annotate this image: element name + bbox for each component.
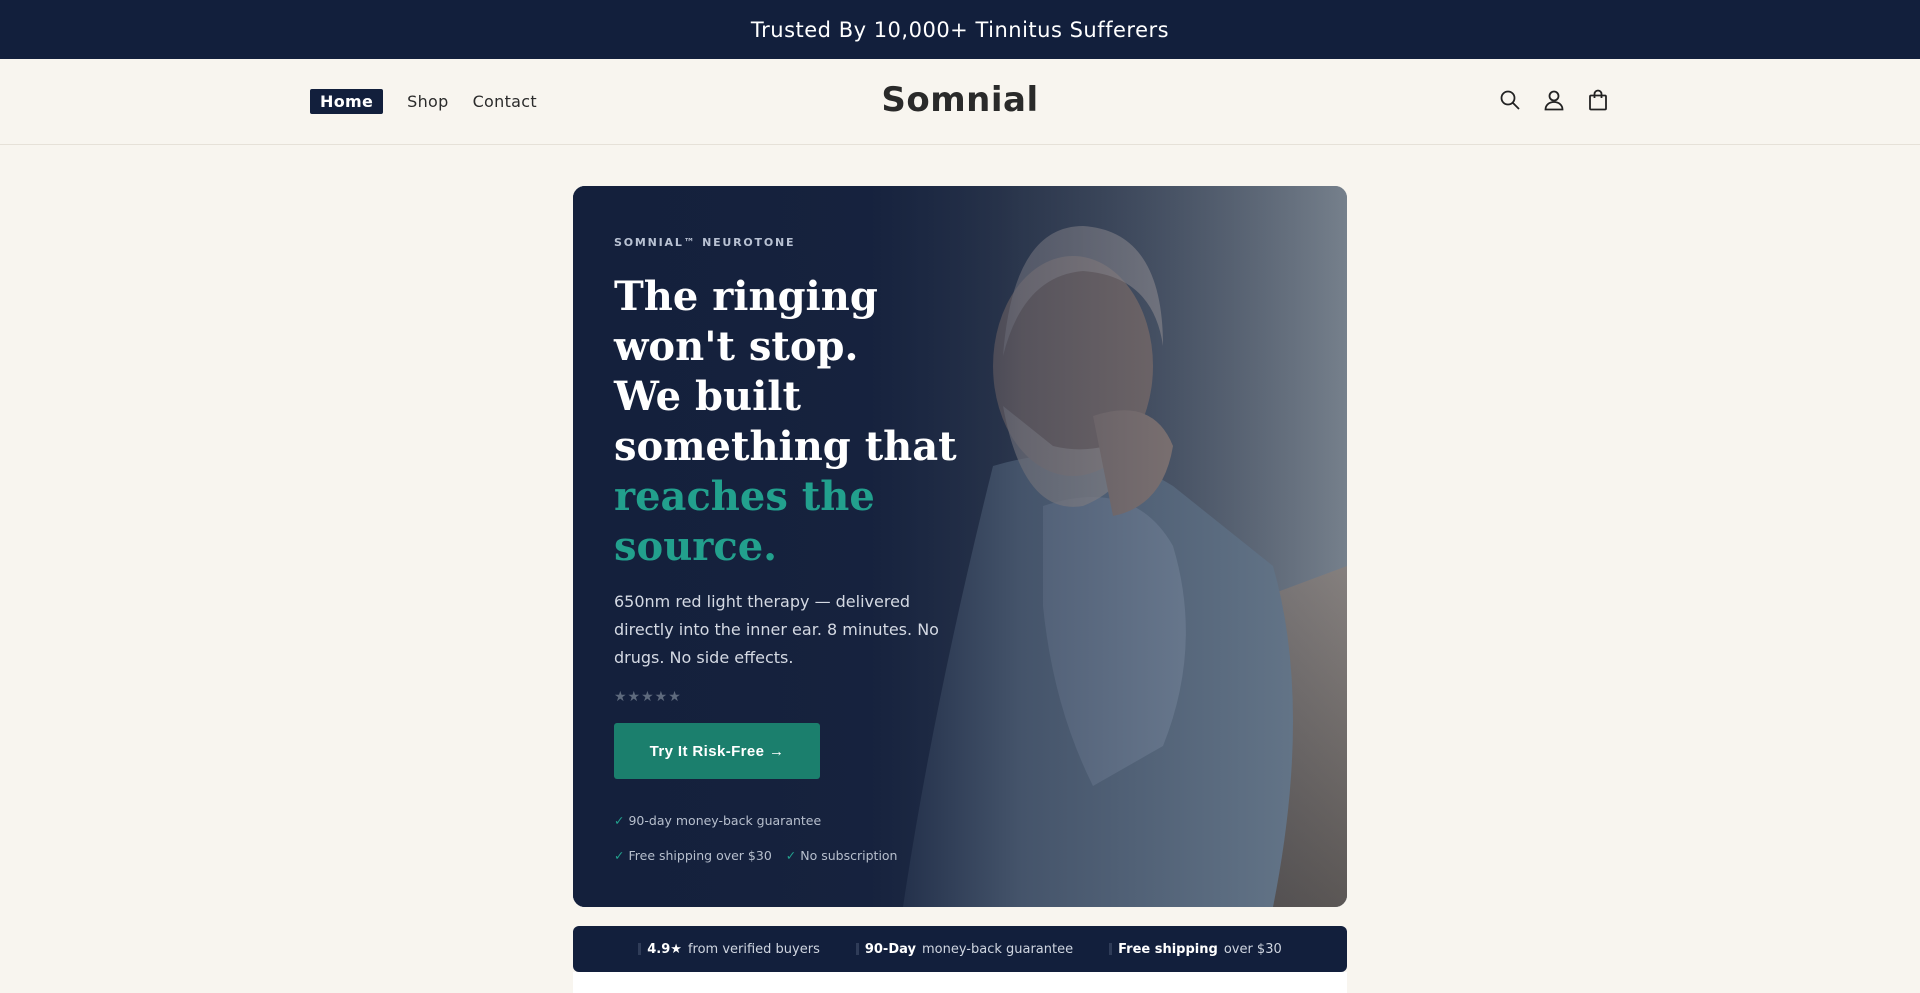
hero-eyebrow: SOMNIAL™ NEUROTONE bbox=[614, 236, 796, 249]
trust-bold: 90-Day bbox=[864, 941, 916, 957]
headline-line: something that bbox=[614, 423, 957, 470]
try-risk-free-button[interactable]: Try It Risk-Free → bbox=[614, 723, 820, 779]
guarantee-text: No subscription bbox=[800, 848, 898, 863]
guarantee-item: ✓ Free shipping over $30 bbox=[614, 838, 772, 873]
hero-headline: The ringing won't stop. We built somethi… bbox=[614, 272, 994, 572]
headline-line: The ringing bbox=[614, 273, 878, 320]
hero-subtext: 650nm red light therapy — delivered dire… bbox=[614, 592, 939, 667]
header-icons bbox=[1498, 88, 1610, 112]
guarantee-text: 90-day money-back guarantee bbox=[628, 813, 822, 828]
check-icon: ✓ bbox=[614, 813, 625, 828]
guarantee-text: Free shipping over $30 bbox=[628, 848, 772, 863]
site-header: Home Shop Contact Somnial bbox=[0, 59, 1920, 145]
nav-contact[interactable]: Contact bbox=[473, 92, 537, 111]
logo-text[interactable]: Somnial bbox=[881, 80, 1038, 120]
guarantee-item: ✓ No subscription bbox=[786, 838, 898, 873]
trust-item-shipping: Free shipping over $30 bbox=[1109, 942, 1282, 957]
headline-accent-line: reaches the bbox=[614, 473, 875, 520]
nav-home[interactable]: Home bbox=[310, 89, 384, 114]
search-icon[interactable] bbox=[1498, 88, 1522, 112]
trust-item-rating: 4.9★ from verified buyers bbox=[638, 942, 820, 957]
headline-accent-line: source. bbox=[614, 523, 778, 570]
guarantee-row: ✓ Free shipping over $30 ✓ No subscription bbox=[614, 838, 897, 873]
hero-banner: SOMNIAL™ NEUROTONE The ringing won't sto… bbox=[573, 186, 1347, 907]
check-icon: ✓ bbox=[614, 848, 625, 863]
rating-stars: ★★★★★ bbox=[614, 689, 682, 705]
announcement-text: Trusted By 10,000+ Tinnitus Sufferers bbox=[750, 17, 1170, 42]
trust-divider bbox=[1109, 943, 1113, 955]
guarantee-row: ✓ 90-day money-back guarantee bbox=[614, 803, 897, 838]
headline-line: won't stop. bbox=[614, 323, 859, 370]
guarantee-item: ✓ 90-day money-back guarantee bbox=[614, 803, 821, 838]
trust-bold: Free shipping bbox=[1118, 941, 1218, 957]
announcement-bar: Trusted By 10,000+ Tinnitus Sufferers bbox=[0, 0, 1920, 59]
check-icon: ✓ bbox=[785, 848, 797, 863]
account-icon[interactable] bbox=[1542, 88, 1566, 112]
guarantee-list: ✓ 90-day money-back guarantee ✓ Free shipp… bbox=[614, 803, 897, 873]
trust-divider bbox=[855, 943, 859, 955]
trust-bar: 4.9★ from verified buyers 90-Day money-b… bbox=[573, 926, 1347, 972]
trust-divider bbox=[638, 943, 642, 955]
trust-text: over $30 bbox=[1223, 941, 1282, 957]
hero-section: SOMNIAL™ NEUROTONE The ringing won't sto… bbox=[573, 186, 1347, 993]
nav-shop[interactable]: Shop bbox=[407, 92, 448, 111]
trust-item-guarantee: 90-Day money-back guarantee bbox=[855, 941, 1074, 957]
cart-icon[interactable] bbox=[1586, 88, 1610, 112]
main-nav: Home Shop Contact bbox=[310, 89, 537, 114]
headline-line: We built bbox=[614, 373, 801, 420]
content-panel bbox=[573, 972, 1347, 993]
trust-bold: 4.9★ bbox=[647, 941, 682, 957]
trust-text: from verified buyers bbox=[687, 941, 820, 957]
logo: Somnial bbox=[0, 80, 1920, 120]
trust-text: money-back guarantee bbox=[921, 941, 1074, 957]
